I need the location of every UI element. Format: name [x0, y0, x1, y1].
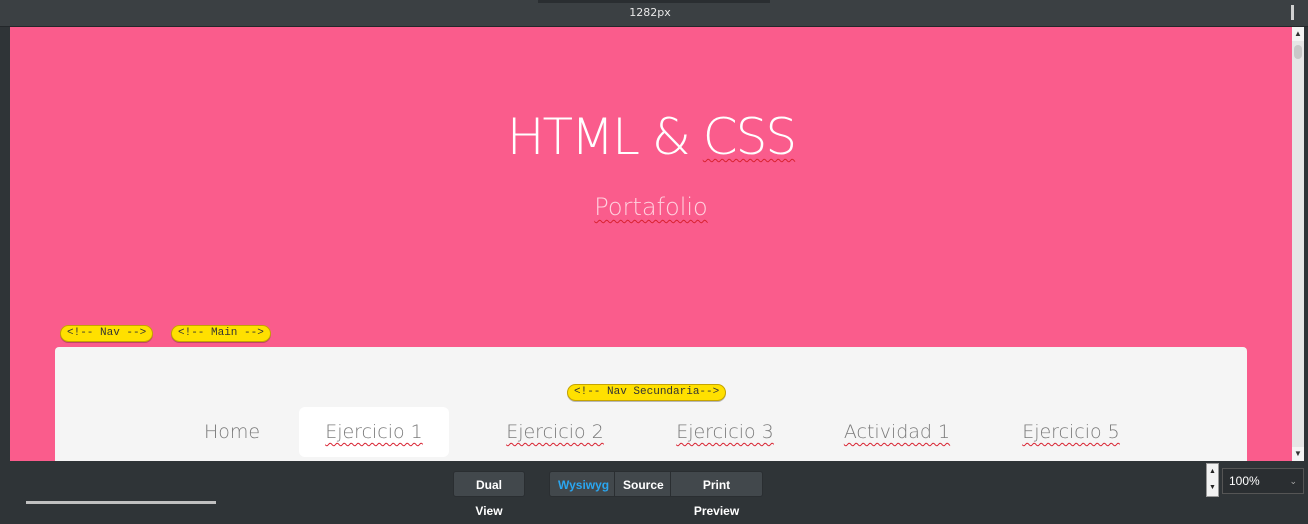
nav-item-home[interactable]: Home [172, 407, 292, 457]
design-canvas[interactable]: HTML & CSS Portafolio <!-- Nav --> <!-- … [10, 27, 1292, 461]
print-preview-tab[interactable]: Print Preview [670, 471, 763, 518]
nav-item-label: Home [203, 421, 261, 443]
ruler-resize-handle[interactable] [1291, 5, 1294, 20]
view-toolbar: Dual View Wysiwyg Source Print Preview [0, 461, 1308, 518]
chevron-down-icon: ⌄ [1289, 476, 1297, 486]
main-comment-tag[interactable]: <!-- Main --> [171, 325, 271, 342]
nav-item-actividad-1[interactable]: Actividad 1 [819, 407, 975, 457]
width-ruler: 1282px [0, 0, 1308, 27]
nav-secundaria-comment-tag[interactable]: <!-- Nav Secundaria--> [567, 384, 727, 401]
ruler-notch [538, 0, 770, 3]
nav-item-ejercicio-3[interactable]: Ejercicio 3 [650, 407, 800, 457]
dual-view-button[interactable]: Dual View [453, 471, 525, 518]
hero-title-spellcheck-word: CSS [702, 108, 797, 166]
nav-item-label: Ejercicio 1 [325, 421, 423, 443]
hero-subtitle-text: Portafolio [594, 193, 708, 221]
zoom-stepper[interactable]: ▲ ▼ [1206, 463, 1219, 497]
nav-item-label: Ejercicio 2 [506, 421, 604, 443]
ruler-width-label: 1282px [629, 6, 671, 19]
stepper-up-arrow-icon[interactable]: ▲ [1207, 464, 1218, 480]
nav-item-label: Ejercicio 3 [676, 421, 774, 443]
hero-subtitle[interactable]: Portafolio [10, 191, 1292, 223]
source-tab[interactable]: Source [614, 471, 671, 497]
nav-item-label: Actividad 1 [843, 421, 951, 443]
zoom-select[interactable]: 100% ⌄ [1222, 468, 1304, 494]
secondary-nav: Home Ejercicio 1 Ejercicio 2 Ejercicio 3… [55, 407, 1247, 457]
wysiwyg-tab[interactable]: Wysiwyg [549, 471, 615, 497]
scroll-down-arrow-icon[interactable]: ▼ [1292, 447, 1304, 461]
zoom-value: 100% [1229, 474, 1260, 488]
scroll-thumb[interactable] [1294, 45, 1302, 59]
nav-item-ejercicio-5[interactable]: Ejercicio 5 [996, 407, 1146, 457]
stepper-down-arrow-icon[interactable]: ▼ [1207, 480, 1218, 496]
main-panel[interactable]: <!-- Nav Secundaria--> Home Ejercicio 1 … [55, 347, 1247, 461]
nav-item-ejercicio-1[interactable]: Ejercicio 1 [299, 407, 449, 457]
canvas-vertical-scrollbar[interactable]: ▲ ▼ [1292, 27, 1304, 461]
nav-comment-tag[interactable]: <!-- Nav --> [60, 325, 154, 342]
nav-item-label: Ejercicio 5 [1022, 421, 1120, 443]
scroll-up-arrow-icon[interactable]: ▲ [1292, 27, 1304, 41]
nav-item-ejercicio-2[interactable]: Ejercicio 2 [480, 407, 630, 457]
hero-title[interactable]: HTML & CSS [10, 107, 1292, 167]
